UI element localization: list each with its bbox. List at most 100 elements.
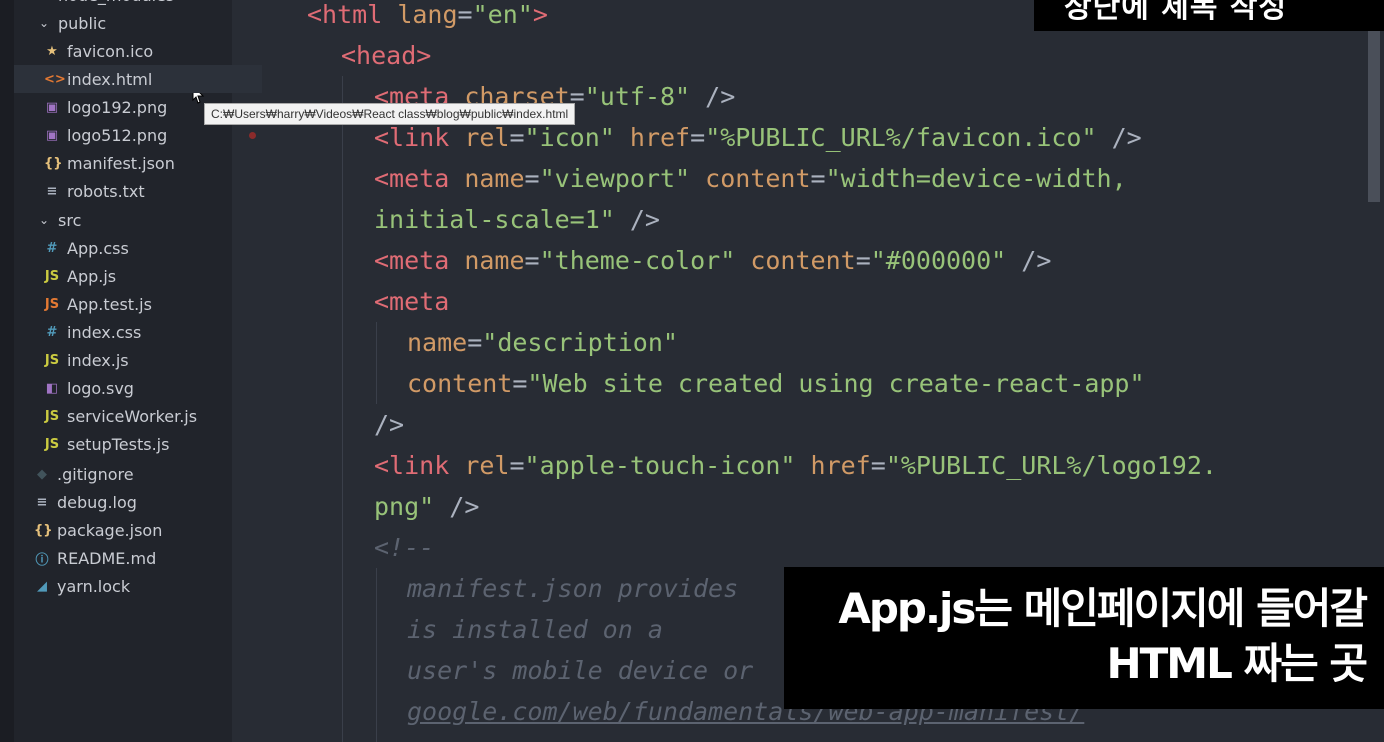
indent-guide: [376, 322, 377, 404]
code-line[interactable]: name="description": [407, 322, 678, 363]
explorer-item-label: logo.svg: [67, 378, 134, 398]
code-token: "theme-color": [539, 246, 736, 275]
code-token: />: [614, 205, 660, 234]
code-token: />: [1096, 123, 1142, 152]
code-line[interactable]: <!--: [374, 527, 434, 568]
code-token: =: [457, 0, 473, 29]
explorer-item[interactable]: ◧ logo.svg: [44, 374, 134, 402]
explorer-item[interactable]: JS App.test.js: [44, 290, 152, 318]
explorer-item-label: package.json: [57, 520, 163, 540]
explorer-item-label: serviceWorker.js: [67, 406, 198, 426]
explorer-item[interactable]: ⌄ public: [36, 9, 106, 37]
image-file-icon: ▣: [45, 99, 59, 115]
subtitle-caption: App.js는 메인페이지에 들어갈 HTML 짜는 곳: [784, 567, 1384, 709]
code-token: "description": [482, 328, 678, 357]
caption-line-2: HTML 짜는 곳: [1106, 639, 1368, 688]
code-line[interactable]: is installed on a: [407, 609, 663, 650]
js-file-icon: JS: [44, 408, 60, 424]
code-token: <!--: [374, 533, 435, 562]
code-token: initial-scale=1": [374, 205, 615, 234]
css-file-icon: #: [46, 324, 58, 340]
explorer-item-label: favicon.ico: [67, 41, 154, 61]
code-token: rel: [464, 451, 510, 480]
code-line[interactable]: png" />: [374, 486, 479, 527]
code-line[interactable]: user's mobile device or: [407, 650, 753, 691]
explorer-item[interactable]: ≡ debug.log: [34, 488, 137, 516]
indent-guide: [342, 76, 343, 742]
code-line[interactable]: initial-scale=1" />: [374, 199, 660, 240]
explorer-item[interactable]: JS setupTests.js: [44, 430, 170, 458]
explorer-item-label: index.html: [67, 69, 153, 89]
code-line[interactable]: <html lang="en">: [307, 0, 548, 35]
code-token: rel: [464, 123, 510, 152]
code-token: =: [810, 164, 826, 193]
explorer-item[interactable]: # index.css: [44, 318, 142, 346]
code-line[interactable]: <meta: [374, 281, 449, 322]
js-file-icon: JS: [44, 352, 60, 368]
explorer-item-label: .gitignore: [57, 464, 134, 484]
chevron-down-icon: ⌄: [38, 16, 50, 30]
code-token: "#000000": [870, 246, 1007, 275]
code-token: content: [407, 369, 513, 398]
code-token: <link: [374, 123, 465, 152]
code-token: "%PUBLIC_URL%/favicon.ico": [705, 123, 1097, 152]
explorer-item[interactable]: {} package.json: [34, 516, 162, 544]
code-line[interactable]: <meta name="viewport" content="width=dev…: [374, 158, 1127, 199]
star-icon: ★: [46, 43, 58, 59]
explorer-item[interactable]: <> index.html: [14, 65, 262, 93]
explorer-item-label: src: [58, 210, 82, 230]
explorer-item[interactable]: ⓘ README.md: [34, 544, 156, 572]
explorer-item[interactable]: ▣ logo192.png: [44, 93, 167, 121]
code-token: >: [532, 0, 548, 29]
explorer-item[interactable]: JS App.js: [44, 262, 116, 290]
code-token: />: [374, 410, 405, 439]
code-token: content: [705, 164, 811, 193]
explorer-item[interactable]: ◢ yarn.lock: [34, 572, 130, 600]
code-token: "viewport": [539, 164, 691, 193]
css-file-icon: #: [46, 240, 58, 256]
code-token: =: [524, 246, 540, 275]
code-token: =: [509, 123, 525, 152]
top-caption: 상단에 제목 작성: [1034, 0, 1384, 31]
code-token: =: [512, 369, 528, 398]
explorer-item[interactable]: {} manifest.json: [44, 149, 175, 177]
code-token: />: [1006, 246, 1052, 275]
explorer-item[interactable]: ◆ .gitignore: [34, 460, 134, 488]
explorer-item-label: robots.txt: [67, 181, 145, 201]
explorer-item[interactable]: # App.css: [44, 234, 129, 262]
explorer-item[interactable]: ≡ robots.txt: [44, 177, 145, 205]
explorer-item[interactable]: › node_modules: [36, 0, 175, 9]
js-file-icon: JS: [44, 436, 60, 452]
explorer-item-label: node_modules: [58, 0, 174, 5]
code-token: <meta: [374, 164, 465, 193]
explorer-item-label: index.css: [67, 322, 142, 342]
code-line[interactable]: <meta name="theme-color" content="#00000…: [374, 240, 1051, 281]
code-token: "Web site created using create-react-app…: [527, 369, 1145, 398]
code-token: <meta: [374, 287, 450, 316]
explorer-item[interactable]: ★ favicon.ico: [44, 37, 153, 65]
code-token: content: [750, 246, 856, 275]
code-line[interactable]: content="Web site created using create-r…: [407, 363, 1145, 404]
js-file-icon: JS: [44, 268, 60, 284]
explorer-item-label: logo512.png: [67, 125, 168, 145]
code-line[interactable]: <head>: [341, 35, 431, 76]
explorer-item[interactable]: JS serviceWorker.js: [44, 402, 197, 430]
breakpoint-dot[interactable]: [249, 132, 256, 139]
explorer-item[interactable]: JS index.js: [44, 346, 129, 374]
code-token: "utf-8": [584, 82, 691, 111]
explorer-item[interactable]: ⌄ src: [36, 206, 81, 234]
explorer-item[interactable]: ▣ logo512.png: [44, 121, 167, 149]
code-token: is installed on a: [407, 615, 663, 644]
code-line[interactable]: <link rel="apple-touch-icon" href="%PUBL…: [374, 445, 1217, 486]
code-token: "icon": [524, 123, 615, 152]
explorer-item-label: public: [58, 13, 107, 33]
code-token: name: [464, 164, 525, 193]
code-token: =: [524, 164, 540, 193]
code-line[interactable]: />: [374, 404, 404, 445]
code-line[interactable]: manifest.json provides: [407, 568, 738, 609]
code-token: =: [870, 451, 886, 480]
editor-scrollbar[interactable]: [1368, 30, 1380, 202]
code-token: name: [407, 328, 468, 357]
